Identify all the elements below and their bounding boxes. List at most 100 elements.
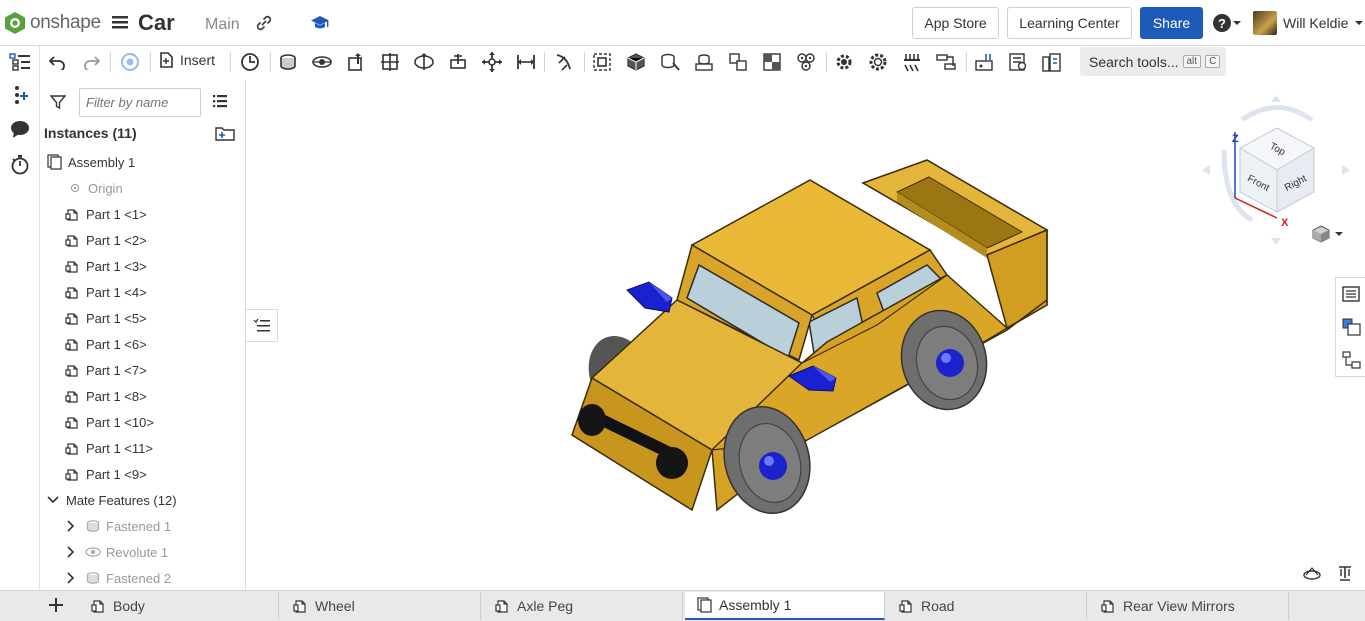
chevron-right-icon[interactable] bbox=[62, 569, 80, 587]
rack-pinion-icon[interactable] bbox=[900, 50, 924, 74]
part-icon bbox=[64, 231, 82, 249]
tree-item-part[interactable]: Part 1 <8> bbox=[40, 383, 245, 409]
tab-body[interactable]: Body bbox=[79, 592, 279, 620]
tree-item-part[interactable]: Part 1 <4> bbox=[40, 279, 245, 305]
tree-item-mate[interactable]: Fastened 1 bbox=[40, 513, 245, 539]
toolbar-divider bbox=[544, 52, 545, 72]
tree-item-mate[interactable]: Fastened 2 bbox=[40, 565, 245, 590]
tree-item-part[interactable]: Part 1 <1> bbox=[40, 201, 245, 227]
feature-list-icon[interactable] bbox=[8, 50, 32, 74]
explode-view-icon[interactable] bbox=[760, 50, 784, 74]
graduation-cap-icon[interactable] bbox=[310, 14, 330, 37]
tree-item-part[interactable]: Part 1 <7> bbox=[40, 357, 245, 383]
parallel-mate-icon[interactable] bbox=[514, 50, 538, 74]
undo-icon[interactable] bbox=[45, 50, 69, 74]
share-button[interactable]: Share bbox=[1140, 7, 1203, 39]
display-mode-menu[interactable] bbox=[1312, 225, 1344, 243]
hamburger-menu-icon[interactable] bbox=[111, 13, 129, 36]
tree-item-mate-features[interactable]: Mate Features (12) bbox=[40, 487, 245, 513]
screw-relation-icon[interactable] bbox=[934, 50, 958, 74]
measure-tool-icon[interactable] bbox=[1336, 564, 1354, 587]
slider-mate-icon[interactable] bbox=[344, 50, 368, 74]
avatar bbox=[1253, 11, 1277, 35]
graphics-viewport[interactable]: Top Front Right Z X bbox=[247, 80, 1351, 590]
cube-shading-icon bbox=[1312, 225, 1330, 243]
group-icon[interactable] bbox=[590, 50, 614, 74]
measure-icon[interactable] bbox=[972, 50, 996, 74]
new-folder-icon[interactable] bbox=[215, 124, 235, 147]
planar-mate-icon[interactable] bbox=[378, 50, 402, 74]
top-bar: onshape Car Main App Store Learning Cent… bbox=[0, 0, 1365, 46]
section-view-icon[interactable] bbox=[1302, 565, 1322, 586]
toolbar-divider bbox=[110, 52, 111, 72]
learning-center-button[interactable]: Learning Center bbox=[1007, 7, 1132, 39]
onshape-logo[interactable]: onshape bbox=[4, 11, 101, 35]
cylindrical-mate-icon[interactable] bbox=[412, 50, 436, 74]
help-menu[interactable]: ? bbox=[1212, 13, 1242, 33]
tab-axle-peg[interactable]: Axle Peg bbox=[483, 592, 683, 620]
tree-item-mate[interactable]: Revolute 1 bbox=[40, 539, 245, 565]
add-instance-icon[interactable] bbox=[8, 83, 32, 107]
car-model[interactable] bbox=[247, 80, 1335, 590]
part-label: Part 1 <8> bbox=[86, 388, 147, 404]
logo-text: onshape bbox=[30, 12, 101, 33]
search-tools-button[interactable]: Search tools... alt C bbox=[1080, 47, 1226, 76]
ball-mate-icon[interactable] bbox=[480, 50, 504, 74]
tree-item-part[interactable]: Part 1 <2> bbox=[40, 227, 245, 253]
branch-label[interactable]: Main bbox=[205, 16, 240, 34]
tree-item-part[interactable]: Part 1 <3> bbox=[40, 253, 245, 279]
replicate-icon[interactable] bbox=[624, 50, 648, 74]
help-icon: ? bbox=[1213, 14, 1231, 32]
named-views-icon[interactable] bbox=[1006, 50, 1030, 74]
tree-item-part[interactable]: Part 1 <5> bbox=[40, 305, 245, 331]
appearance-panel-icon[interactable] bbox=[1342, 318, 1362, 341]
filter-input[interactable] bbox=[79, 88, 201, 117]
tangent-mate-icon[interactable] bbox=[552, 50, 576, 74]
mechanism-gear-icon[interactable] bbox=[866, 50, 890, 74]
toolbar: Insert Search tools... alt C bbox=[40, 46, 1365, 76]
insert-button[interactable]: Insert bbox=[158, 51, 215, 69]
tree-item-part[interactable]: Part 1 <11> bbox=[40, 435, 245, 461]
revolute-mate-icon[interactable] bbox=[310, 50, 334, 74]
tab-label: Axle Peg bbox=[517, 598, 574, 614]
search-tools-label: Search tools... bbox=[1089, 53, 1179, 70]
properties-panel-icon[interactable] bbox=[1342, 285, 1360, 308]
fastened-mate-icon[interactable] bbox=[276, 50, 300, 74]
list-view-icon[interactable] bbox=[212, 93, 228, 114]
gear-relation-icon[interactable] bbox=[726, 50, 750, 74]
animate-icon[interactable] bbox=[794, 50, 818, 74]
chevron-right-icon[interactable] bbox=[62, 517, 80, 535]
tree-item-part[interactable]: Part 1 <10> bbox=[40, 409, 245, 435]
tree-item-assembly[interactable]: Assembly 1 bbox=[40, 149, 245, 175]
tab-road[interactable]: Road bbox=[887, 592, 1087, 620]
add-tab-icon[interactable] bbox=[47, 596, 65, 619]
linear-pattern-icon[interactable] bbox=[658, 50, 682, 74]
link-icon[interactable] bbox=[255, 14, 273, 37]
tree-item-origin[interactable]: Origin bbox=[40, 175, 245, 201]
tree-item-part[interactable]: Part 1 <9> bbox=[40, 461, 245, 487]
bom-panel-icon[interactable] bbox=[1342, 351, 1362, 374]
bill-of-materials-icon[interactable] bbox=[1040, 50, 1064, 74]
mate-relation-icon[interactable] bbox=[692, 50, 716, 74]
tree-item-part[interactable]: Part 1 <6> bbox=[40, 331, 245, 357]
history-stopwatch-icon[interactable] bbox=[8, 152, 32, 176]
mate-connector-icon[interactable] bbox=[238, 50, 262, 74]
pin-slot-mate-icon[interactable] bbox=[446, 50, 470, 74]
app-store-button[interactable]: App Store bbox=[912, 7, 999, 39]
chevron-down-icon[interactable] bbox=[44, 491, 62, 509]
part-icon bbox=[64, 387, 82, 405]
user-menu[interactable]: Will Keldie bbox=[1253, 11, 1364, 35]
part-studio-icon bbox=[1101, 600, 1114, 613]
comments-icon[interactable] bbox=[8, 117, 32, 141]
filter-icon[interactable] bbox=[49, 94, 67, 115]
insert-label: Insert bbox=[180, 52, 216, 68]
chevron-right-icon[interactable] bbox=[62, 543, 80, 561]
part-icon bbox=[64, 413, 82, 431]
tab-assembly-1[interactable]: Assembly 1 bbox=[685, 592, 885, 620]
settings-gear-icon[interactable] bbox=[832, 50, 856, 74]
document-title[interactable]: Car bbox=[138, 10, 175, 36]
regen-icon[interactable] bbox=[118, 50, 142, 74]
tab-rear-view-mirrors[interactable]: Rear View Mirrors bbox=[1089, 592, 1289, 620]
tab-wheel[interactable]: Wheel bbox=[281, 592, 481, 620]
redo-icon[interactable] bbox=[80, 50, 104, 74]
